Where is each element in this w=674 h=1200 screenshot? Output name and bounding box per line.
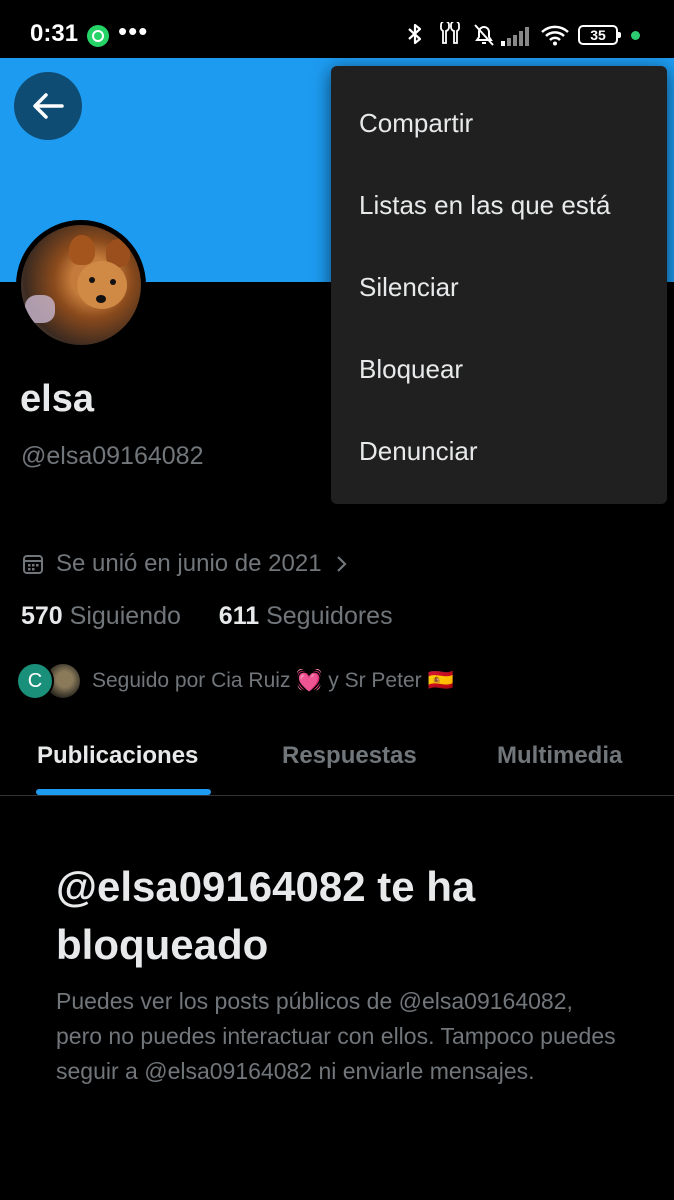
overflow-menu: Compartir Listas en las que está Silenci… [331,66,667,504]
profile-name: elsa [20,378,94,420]
tab-publicaciones[interactable]: Publicaciones [37,742,198,770]
joined-date-text: Se unió en junio de 2021 [56,550,322,577]
wifi-icon [540,24,570,52]
followed-by-text: Seguido por Cia Ruiz 💓 y Sr Peter 🇪🇸 [92,669,454,692]
blocked-title: @elsa09164082 te ha bloqueado [56,863,476,968]
profile-handle: @elsa09164082 [21,442,204,470]
menu-item-compartir[interactable]: Compartir [359,108,473,139]
followers-link[interactable]: 611 Seguidores [219,602,393,630]
privacy-indicator-dot [631,31,640,40]
tab-multimedia[interactable]: Multimedia [497,742,622,770]
follow-stats: 570 Siguiendo 611 Seguidores [21,602,393,631]
active-tab-indicator [36,789,211,795]
back-button[interactable] [14,72,82,140]
following-link[interactable]: 570 Siguiendo [21,602,181,630]
signal-icon [501,26,533,46]
follower-avatar: C [16,662,54,700]
battery-icon: 35 [578,25,621,45]
following-count: 570 [21,602,63,630]
followers-label: Seguidores [266,602,393,630]
blocked-description: Puedes ver los posts públicos de @elsa09… [56,988,616,1084]
following-label: Siguiendo [69,602,181,630]
bluetooth-icon [404,22,426,52]
followed-by-row[interactable]: C Seguido por Cia Ruiz 💓 y Sr Peter 🇪🇸 [16,662,454,700]
more-notifications-icon: ••• [118,16,149,46]
arrow-left-icon [33,93,64,119]
tab-respuestas[interactable]: Respuestas [282,742,417,770]
whatsapp-icon [87,25,109,47]
notifications-muted-icon [471,22,497,54]
followers-count: 611 [218,602,260,630]
profile-avatar[interactable] [16,220,146,350]
status-time: 0:31 [30,20,79,47]
menu-item-denunciar[interactable]: Denunciar [359,436,478,467]
earbuds-icon [436,20,464,52]
menu-item-silenciar[interactable]: Silenciar [359,272,459,303]
menu-item-bloquear[interactable]: Bloquear [359,354,463,385]
avatar-photo [21,225,141,345]
chevron-right-icon [336,556,347,572]
joined-date-row[interactable]: Se unió en junio de 2021 [22,550,350,578]
menu-item-listas[interactable]: Listas en las que está [359,190,611,221]
calendar-icon [23,555,43,574]
